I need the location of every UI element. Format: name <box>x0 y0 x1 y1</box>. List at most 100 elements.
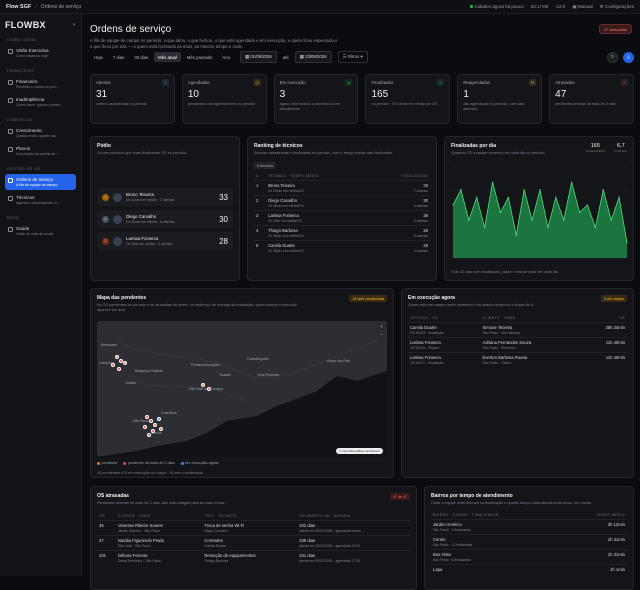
map-pin[interactable] <box>117 367 121 371</box>
brand-name[interactable]: Flow SGF <box>6 4 31 10</box>
map-pin[interactable] <box>123 361 127 365</box>
data-point[interactable] <box>491 181 494 183</box>
table-row[interactable]: Boa Vista São Paulo · 6 finalizadas 1h 31… <box>431 549 627 565</box>
table-row[interactable]: 36 Vanessa Ribeiro Soares Jardim Américo … <box>97 520 410 536</box>
kpi-card[interactable]: Finalizadas ✓ 165 no período · 2h 44min … <box>365 74 451 124</box>
table-row[interactable]: 2 Diego Carvalho 2h 36min em média/OS 30 6… <box>254 195 430 211</box>
manual-link[interactable]: ▣ Manual <box>572 4 592 10</box>
map-pin[interactable] <box>201 383 205 387</box>
table-row[interactable]: 4 Thiago Barbosa 2h 45min em média/OS 26 5… <box>254 225 430 241</box>
period-chip[interactable]: Mês atual <box>154 52 181 62</box>
refresh-icon[interactable]: ↻ <box>607 51 618 63</box>
period-chip[interactable]: Ano <box>218 52 234 62</box>
kpi-card[interactable]: Em execução ▸ 3 agora, com técnico a cam… <box>273 74 359 124</box>
exec-where: São Paulo · Pinheiros <box>482 346 516 350</box>
data-point[interactable] <box>578 211 581 214</box>
data-point[interactable] <box>547 227 549 229</box>
data-point[interactable] <box>499 211 502 214</box>
data-point[interactable] <box>563 219 565 221</box>
table-row[interactable]: Larissa Fonseca OS #1031 · Reparo Adriana… <box>408 337 627 353</box>
table-row[interactable]: Jardim Américo São Paulo · 9 finalizadas … <box>431 519 627 535</box>
date-to-input[interactable]: ▦ 23/09/2026 <box>294 51 332 63</box>
ranking-tab[interactable]: 8 técnicos <box>254 162 277 169</box>
map-pin[interactable] <box>147 433 151 437</box>
sidebar-item[interactable]: Ordens de serviço A fila de equipe de cam… <box>5 174 76 190</box>
zoom-in-icon[interactable]: + <box>378 323 385 331</box>
kpi-card[interactable]: Atrasadas ! 47 pendentes abertas há mais… <box>549 74 634 124</box>
data-point[interactable] <box>602 189 604 191</box>
podium-row[interactable]: 3 Larissa Fonseca 2h 3min em média · 5 ab… <box>97 232 233 250</box>
table-row[interactable]: Camila Duarte OS #1023 · Instalação Simon… <box>408 322 627 338</box>
period-chip[interactable]: 30 dias <box>130 52 152 62</box>
sidebar-item[interactable]: Financeiro Receitas e custos do perí… <box>5 76 76 92</box>
sidebar-item[interactable]: Técnicos Agenda e desempenho in… <box>5 192 76 208</box>
data-point[interactable] <box>531 219 533 221</box>
kpi-card[interactable]: Agendadas ◷ 10 pendentes com agendamento… <box>181 74 267 124</box>
podium-row[interactable]: 2 Diego Carvalho 2h 36min em média · 6 ab… <box>97 210 233 228</box>
data-point[interactable] <box>460 189 462 191</box>
kpi-card[interactable]: Abertas + 31 ordens cadastradas no perío… <box>90 74 175 124</box>
zoom-out-icon[interactable]: − <box>378 331 385 339</box>
map-attribution[interactable]: © OpenStreetMap contributors <box>336 448 383 454</box>
breadcrumb[interactable]: Ordens de serviço <box>41 4 82 10</box>
zoom-control[interactable]: + − <box>378 323 385 339</box>
overdue-count-badge[interactable]: 47 de 47 <box>390 493 410 500</box>
map-pin[interactable] <box>115 355 119 359</box>
filters-button[interactable]: ☰ Filtros ▾ <box>337 51 368 63</box>
kpi-card[interactable]: Reagendadas ↻ 1 das agendadas no período… <box>457 74 543 124</box>
data-point[interactable] <box>507 196 509 198</box>
data-point[interactable] <box>626 242 628 244</box>
collapse-icon[interactable]: « <box>73 22 76 28</box>
table-row[interactable]: 331 Débora Ferreira Santa Teresinha · São… <box>97 550 410 565</box>
data-point[interactable] <box>618 196 620 198</box>
data-point[interactable] <box>539 189 541 191</box>
podium-row[interactable]: 1 Bruno Teixeira 2h 13min em média · 7 ab… <box>97 188 233 206</box>
period-chip[interactable]: Mês passado <box>183 52 217 62</box>
data-point[interactable] <box>586 204 589 206</box>
logo[interactable]: FLOWBX « <box>5 20 76 30</box>
map-pin[interactable] <box>151 429 155 433</box>
sidebar-item[interactable]: Inadimplência Quem deve, quanto e prazo <box>5 94 76 110</box>
data-point[interactable] <box>594 227 596 229</box>
nav-text: Saúde Visão de rede de sinais <box>16 226 53 236</box>
map-canvas[interactable]: Americana Campinas Bragança Paulista Pindam… <box>97 321 387 457</box>
period-chip[interactable]: 7 dias <box>109 52 128 62</box>
map-pin[interactable] <box>157 417 161 421</box>
table-row[interactable]: 5 Camila Duarte 2h 28min em média/OS 25 4 … <box>254 240 430 255</box>
sidebar-item[interactable]: Crescimento Quanto entra, quanto sai <box>5 125 76 141</box>
table-row[interactable]: 1 Bruno Teixeira 2h 13min em média/OS 33 7… <box>254 180 430 196</box>
map-badge[interactable]: 19 sem coordenada <box>349 295 387 302</box>
data-point[interactable] <box>610 219 612 221</box>
table-row[interactable]: 3 Larissa Fonseca 2h 3min em média/OS 28 5… <box>254 210 430 226</box>
date-from-input[interactable]: ▦ 01/09/2026 <box>240 51 277 63</box>
rank-n: 4 <box>254 225 267 241</box>
perday-chart[interactable] <box>451 165 629 260</box>
data-point[interactable] <box>484 227 486 229</box>
overdue-badge[interactable]: 47 atrasadas <box>598 24 632 34</box>
executing-badge[interactable]: 3 em campo <box>601 295 627 302</box>
data-point[interactable] <box>476 196 478 198</box>
map-pin[interactable] <box>207 387 211 391</box>
data-point[interactable] <box>515 234 517 236</box>
map-pin[interactable] <box>145 415 149 419</box>
table-row[interactable]: Centro São Paulo · 11 finalizadas 1h 31mi… <box>431 534 627 550</box>
map-pin[interactable] <box>143 425 147 429</box>
data-point[interactable] <box>468 219 470 221</box>
map-pin[interactable] <box>149 419 153 423</box>
data-point[interactable] <box>571 181 573 183</box>
sidebar-item[interactable]: Visão Executiva Como estamos hoje <box>5 45 76 61</box>
data-point[interactable] <box>452 204 454 206</box>
table-row[interactable]: Lapa 1h 1min <box>431 564 627 575</box>
sidebar-item[interactable]: Planos A evolução da cartela de… <box>5 143 76 159</box>
data-point[interactable] <box>555 196 557 198</box>
table-row[interactable]: Larissa Fonseca OS #1037 · Instalação Eve… <box>408 352 627 367</box>
map-pin[interactable] <box>153 423 157 427</box>
map-pin[interactable] <box>111 363 115 367</box>
sidebar-item[interactable]: Saúde Visão de rede de sinais <box>5 223 76 239</box>
data-point[interactable] <box>523 189 525 191</box>
table-row[interactable]: 47 Natália Figueiredo Prado São José · Sã… <box>97 535 410 551</box>
map-pin[interactable] <box>159 427 163 431</box>
period-chip[interactable]: Hoje <box>90 52 107 62</box>
config-link[interactable]: ⚙ Configurações <box>600 4 634 10</box>
export-icon[interactable]: ⤓ <box>623 51 634 63</box>
